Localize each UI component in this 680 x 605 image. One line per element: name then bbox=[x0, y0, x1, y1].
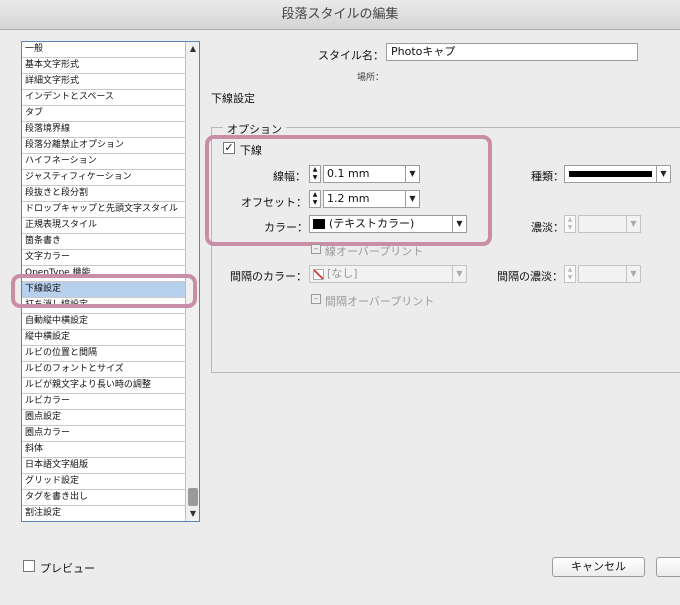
category-item[interactable]: グリッド設定 bbox=[22, 474, 185, 490]
highlight-selected-category bbox=[11, 274, 197, 308]
category-item[interactable]: ドロップキャップと先頭文字スタイル bbox=[22, 202, 185, 218]
overprint-stroke-checkbox[interactable]: – bbox=[311, 244, 321, 254]
category-item[interactable]: 文字カラー bbox=[22, 250, 185, 266]
step-down-icon: ▼ bbox=[567, 274, 573, 281]
type-label: 種類： bbox=[531, 170, 564, 183]
category-item[interactable]: 自動縦中横設定 bbox=[22, 314, 185, 330]
category-item[interactable]: タグを書き出し bbox=[22, 490, 185, 506]
category-item[interactable]: ジャスティフィケーション bbox=[22, 170, 185, 186]
highlight-underline-options bbox=[205, 135, 492, 246]
scroll-up-arrow-icon[interactable]: ▲ bbox=[187, 43, 199, 55]
category-item[interactable]: ハイフネーション bbox=[22, 154, 185, 170]
gap-tint-label: 間隔の濃淡： bbox=[497, 270, 563, 283]
dropdown-arrow-icon: ▼ bbox=[626, 216, 640, 232]
category-item[interactable]: 圏点カラー bbox=[22, 426, 185, 442]
gap-color-value: [なし] bbox=[327, 267, 358, 280]
dropdown-arrow-icon: ▼ bbox=[656, 166, 670, 182]
category-item[interactable]: 圏点設定 bbox=[22, 410, 185, 426]
category-item[interactable]: ルビの位置と間隔 bbox=[22, 346, 185, 362]
category-item[interactable]: ルビのフォントとサイズ bbox=[22, 362, 185, 378]
cancel-button[interactable]: キャンセル bbox=[552, 557, 645, 577]
step-up-icon: ▲ bbox=[567, 266, 573, 273]
category-item[interactable]: 日本語文字組版 bbox=[22, 458, 185, 474]
category-item[interactable]: 正規表現スタイル bbox=[22, 218, 185, 234]
category-item[interactable]: インデントとスペース bbox=[22, 90, 185, 106]
gap-tint-stepper[interactable]: ▲ ▼ bbox=[564, 265, 576, 283]
dropdown-arrow-icon: ▼ bbox=[452, 266, 466, 282]
preview-checkbox[interactable] bbox=[23, 560, 35, 572]
dialog-body: 一般 基本文字形式 詳細文字形式 インデントとスペース タブ 段落境界線 段落分離禁止オプシ… bbox=[0, 30, 680, 605]
ok-button[interactable] bbox=[656, 557, 680, 577]
preview-label: プレビュー bbox=[40, 562, 95, 575]
location-label: 場所： bbox=[357, 73, 385, 83]
category-item[interactable]: 段落分離禁止オプション bbox=[22, 138, 185, 154]
category-item[interactable]: 基本文字形式 bbox=[22, 58, 185, 74]
gap-color-label: 間隔のカラー： bbox=[230, 270, 307, 283]
category-item[interactable]: 割注設定 bbox=[22, 506, 185, 521]
step-down-icon: ▼ bbox=[567, 224, 573, 231]
category-item[interactable]: 一般 bbox=[22, 42, 185, 58]
style-name-input[interactable]: Photoキャプ bbox=[386, 43, 638, 61]
category-item[interactable]: タブ bbox=[22, 106, 185, 122]
category-item[interactable]: ルビカラー bbox=[22, 394, 185, 410]
none-swatch-icon bbox=[313, 268, 324, 280]
category-item[interactable]: 縦中横設定 bbox=[22, 330, 185, 346]
tint-stepper[interactable]: ▲ ▼ bbox=[564, 215, 576, 233]
type-dropdown[interactable]: ▼ bbox=[564, 165, 671, 183]
step-up-icon: ▲ bbox=[567, 216, 573, 223]
gap-color-dropdown[interactable]: [なし] ▼ bbox=[309, 265, 467, 283]
gap-tint-dropdown[interactable]: ▼ bbox=[578, 265, 641, 283]
category-item[interactable]: 詳細文字形式 bbox=[22, 74, 185, 90]
scroll-down-arrow-icon[interactable]: ▼ bbox=[187, 508, 199, 520]
category-item[interactable]: 斜体 bbox=[22, 442, 185, 458]
category-item[interactable]: 箇条書き bbox=[22, 234, 185, 250]
scroll-thumb[interactable] bbox=[188, 488, 198, 506]
tint-label: 濃淡： bbox=[531, 221, 564, 234]
window-title: 段落スタイルの編集 bbox=[0, 0, 680, 30]
overprint-stroke-label: 線オーバープリント bbox=[325, 245, 424, 258]
overprint-gap-checkbox[interactable]: – bbox=[311, 294, 321, 304]
tint-dropdown[interactable]: ▼ bbox=[578, 215, 641, 233]
category-item[interactable]: 段抜きと段分割 bbox=[22, 186, 185, 202]
dropdown-arrow-icon: ▼ bbox=[626, 266, 640, 282]
category-item[interactable]: 段落境界線 bbox=[22, 122, 185, 138]
section-title: 下線設定 bbox=[211, 92, 255, 105]
style-name-label: スタイル名： bbox=[318, 49, 384, 62]
solid-stroke-sample bbox=[569, 171, 652, 177]
overprint-gap-label: 間隔オーバープリント bbox=[325, 295, 435, 308]
category-item[interactable]: ルビが親文字より長い時の調整 bbox=[22, 378, 185, 394]
